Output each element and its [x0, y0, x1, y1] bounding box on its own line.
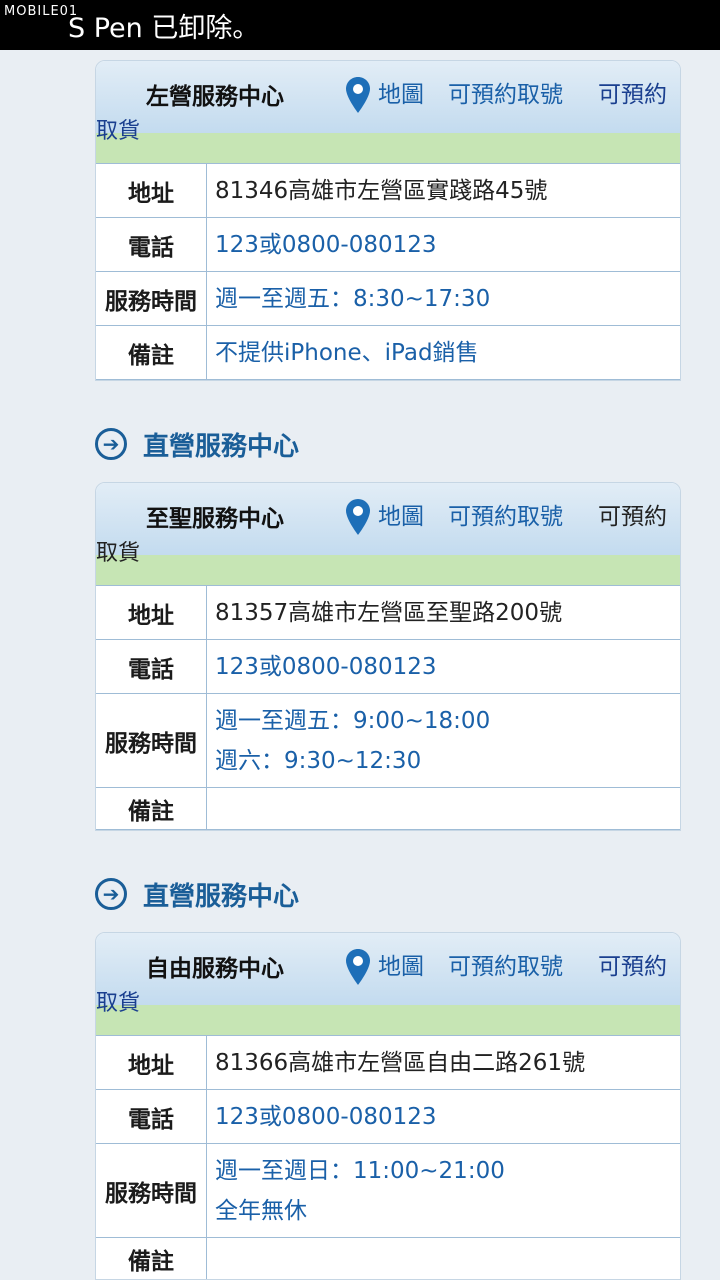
- service-center-card: 自由服務中心 地圖 可預約取號 可預約 取貨 地址 81366高雄市左營區自由二…: [95, 932, 681, 1280]
- field-label: 備註: [96, 788, 207, 829]
- center-name: 自由服務中心: [146, 956, 284, 982]
- green-divider: [96, 555, 680, 585]
- pickup-booking-link-cont[interactable]: 取貨: [96, 113, 140, 145]
- phone-row: 電話 123或0800-080123: [96, 217, 680, 271]
- phone-link[interactable]: 123或0800-080123: [215, 225, 672, 265]
- phone-link[interactable]: 123或0800-080123: [215, 1097, 672, 1137]
- map-pin-icon[interactable]: [346, 77, 370, 113]
- section-heading: ➔ 直營服務中心: [95, 874, 299, 914]
- green-divider: [96, 1005, 680, 1035]
- hours-value: 全年無休: [215, 1197, 307, 1224]
- pickup-booking-text-cont: 取貨: [96, 541, 141, 566]
- field-label: 服務時間: [96, 1144, 207, 1237]
- address-row: 地址 81357高雄市左營區至聖路200號: [96, 585, 680, 639]
- field-label: 服務時間: [96, 272, 207, 325]
- address-value: 81357高雄市左營區至聖路200號: [215, 599, 563, 626]
- arrow-right-icon: ➔: [95, 428, 127, 460]
- field-label: 地址: [96, 164, 207, 217]
- card-header: 左營服務中心 地圖 可預約取號 可預約 取貨: [96, 61, 680, 144]
- pickup-booking-link-cont[interactable]: 取貨: [96, 985, 140, 1017]
- field-label: 地址: [96, 586, 207, 639]
- pickup-booking-text: 可預約: [598, 504, 667, 530]
- field-label: 電話: [96, 218, 207, 271]
- section-title: 直營服務中心: [143, 881, 300, 912]
- map-link[interactable]: 地圖: [378, 947, 424, 981]
- pickup-booking-link[interactable]: 可預約: [598, 947, 667, 981]
- hours-row: 服務時間 週一至週日：11:00~21:00 全年無休: [96, 1143, 680, 1237]
- field-label: 電話: [96, 640, 207, 693]
- field-label: 備註: [96, 1238, 207, 1279]
- map-pin-icon[interactable]: [346, 949, 370, 985]
- hours-row: 服務時間 週一至週五：9:00~18:00 週六：9:30~12:30: [96, 693, 680, 787]
- center-name: 至聖服務中心: [146, 506, 284, 532]
- note-value: 不提供iPhone、iPad銷售: [215, 339, 479, 366]
- section-heading: ➔ 直營服務中心: [95, 424, 299, 464]
- hours-row: 服務時間 週一至週五：8:30~17:30: [96, 271, 680, 325]
- field-label: 備註: [96, 326, 207, 379]
- hours-value: 週一至週五：9:00~18:00: [215, 707, 491, 734]
- field-label: 電話: [96, 1090, 207, 1143]
- green-divider: [96, 133, 680, 163]
- section-title: 直營服務中心: [143, 431, 300, 462]
- card-header: 自由服務中心 地圖 可預約取號 可預約 取貨: [96, 933, 680, 1016]
- queue-booking-link[interactable]: 可預約取號: [448, 947, 563, 981]
- note-row: 備註: [96, 1237, 680, 1279]
- toast-message: S Pen 已卸除。: [68, 13, 260, 44]
- card-header: 至聖服務中心 地圖 可預約取號 可預約 取貨: [96, 483, 680, 566]
- hours-value: 週六：9:30~12:30: [215, 747, 422, 774]
- phone-link[interactable]: 123或0800-080123: [215, 647, 672, 687]
- service-center-card: 左營服務中心 地圖 可預約取號 可預約 取貨 地址 81346高雄市左營區實踐路…: [95, 60, 681, 381]
- service-center-card: 至聖服務中心 地圖 可預約取號 可預約 取貨 地址 81357高雄市左營區至聖路…: [95, 482, 681, 831]
- queue-booking-link[interactable]: 可預約取號: [448, 75, 563, 109]
- queue-booking-link[interactable]: 可預約取號: [448, 497, 563, 531]
- field-label: 服務時間: [96, 694, 207, 787]
- field-label: 地址: [96, 1036, 207, 1089]
- hours-value: 週一至週日：11:00~21:00: [215, 1157, 505, 1184]
- map-pin-icon[interactable]: [346, 499, 370, 535]
- address-value: 81346高雄市左營區實踐路45號: [215, 177, 548, 204]
- hours-value: 週一至週五：8:30~17:30: [215, 285, 491, 312]
- map-link[interactable]: 地圖: [378, 75, 424, 109]
- arrow-right-icon: ➔: [95, 878, 127, 910]
- address-row: 地址 81366高雄市左營區自由二路261號: [96, 1035, 680, 1089]
- note-row: 備註 不提供iPhone、iPad銷售: [96, 325, 680, 379]
- map-link[interactable]: 地圖: [378, 497, 424, 531]
- note-row: 備註: [96, 787, 680, 829]
- center-name: 左營服務中心: [146, 84, 284, 110]
- address-value: 81366高雄市左營區自由二路261號: [215, 1049, 586, 1076]
- pickup-booking-link[interactable]: 可預約: [598, 75, 667, 109]
- phone-row: 電話 123或0800-080123: [96, 639, 680, 693]
- status-bar: MOBILE01 S Pen 已卸除。: [0, 0, 720, 50]
- address-row: 地址 81346高雄市左營區實踐路45號: [96, 163, 680, 217]
- phone-row: 電話 123或0800-080123: [96, 1089, 680, 1143]
